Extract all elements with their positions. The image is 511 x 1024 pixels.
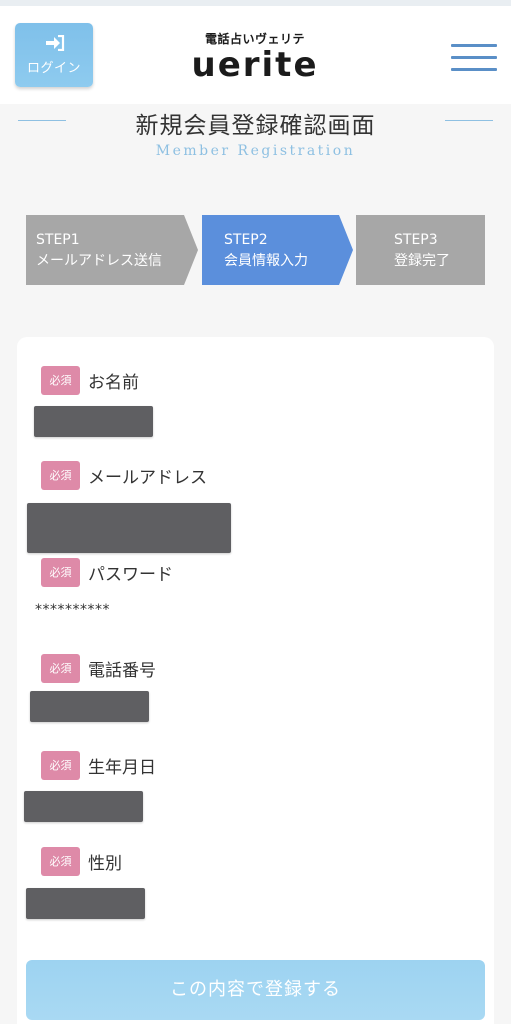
confirmation-form: 必須 お名前 必須 メールアドレス 必須 パスワード ********** 必須…: [17, 337, 494, 1024]
redacted-value: [26, 888, 145, 919]
step-3: STEP3 登録完了: [356, 215, 485, 285]
required-badge: 必須: [41, 461, 80, 490]
submit-registration-button[interactable]: この内容で登録する: [26, 960, 485, 1020]
required-badge: 必須: [41, 847, 80, 876]
step-progress: STEP1 メールアドレス送信 STEP2 会員情報入力 STEP3 登録完了: [26, 215, 486, 285]
step-2: STEP2 会員情報入力: [202, 215, 353, 285]
field-label: 電話番号: [88, 661, 156, 681]
required-badge: 必須: [41, 558, 80, 587]
step-2-number: STEP2: [224, 232, 268, 248]
field-label: お名前: [88, 373, 139, 393]
field-label: パスワード: [88, 565, 173, 585]
page-subtitle: Member Registration: [155, 143, 356, 159]
field-label: 性別: [88, 854, 122, 874]
field-label: 生年月日: [88, 758, 156, 778]
site-header: ログイン 電話占いヴェリテ uerite: [0, 6, 511, 104]
redacted-value: [34, 406, 153, 437]
step-1-label: メールアドレス送信: [36, 253, 162, 269]
field-label: メールアドレス: [88, 468, 207, 488]
login-icon: [46, 35, 65, 51]
site-logo[interactable]: 電話占いヴェリテ uerite: [190, 26, 320, 92]
step-1-number: STEP1: [36, 232, 80, 248]
step-3-label: 登録完了: [394, 253, 450, 269]
login-label: ログイン: [26, 61, 81, 76]
logo-wordmark: uerite: [191, 45, 319, 85]
menu-bar: [451, 56, 497, 59]
redacted-value: [24, 791, 143, 822]
password-value: **********: [35, 602, 110, 618]
redacted-value: [30, 691, 149, 722]
step-3-number: STEP3: [394, 232, 438, 248]
required-badge: 必須: [41, 751, 80, 780]
title-divider-right: [445, 120, 493, 121]
page-title: 新規会員登録確認画面: [135, 113, 376, 139]
step-2-label: 会員情報入力: [224, 253, 308, 269]
login-button[interactable]: ログイン: [15, 23, 93, 87]
hamburger-menu-icon[interactable]: [451, 44, 497, 74]
menu-bar: [451, 68, 497, 71]
menu-bar: [451, 44, 497, 47]
required-badge: 必須: [41, 654, 80, 683]
redacted-value: [27, 503, 231, 553]
page-heading: 新規会員登録確認画面 Member Registration: [0, 104, 511, 174]
step-1: STEP1 メールアドレス送信: [26, 215, 198, 285]
required-badge: 必須: [41, 366, 80, 395]
